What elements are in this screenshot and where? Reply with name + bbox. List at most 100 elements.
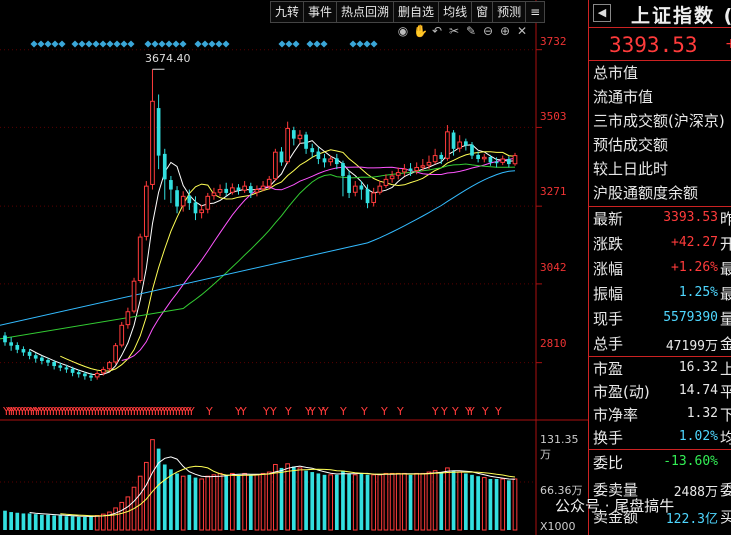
quote-row-adjacent-label: 量 (720, 310, 731, 328)
toolbar-hotspot-button[interactable]: 热点回溯 (337, 2, 395, 22)
signal-y-marker: Y (360, 405, 368, 418)
zoom-out-icon[interactable]: ⊖ (481, 24, 495, 38)
signal-y-marker: Y (269, 405, 277, 418)
volume-bar-down (334, 474, 339, 530)
signal-y-marker: Y (380, 405, 388, 418)
toolbar-jiuzhuan-button[interactable]: 九转 (271, 2, 305, 22)
peak-price-label: 3674.40 (145, 52, 191, 65)
close-icon[interactable]: ✕ (515, 24, 529, 38)
toolbar-remove-watchlist-button[interactable]: 删自选 (394, 2, 440, 22)
quote-row[interactable]: 涨幅 +1.26% 最 (593, 258, 731, 282)
toolbar-events-button[interactable]: 事件 (304, 2, 338, 22)
ratio-row-label: 换手 (593, 429, 624, 447)
signal-diamond-mark (92, 40, 100, 48)
candle-down (248, 186, 253, 193)
quote-row-label: 涨幅 (593, 260, 624, 278)
candle-up (457, 141, 463, 149)
candle-up (100, 368, 106, 374)
signal-y-marker: Y (481, 405, 489, 418)
info-row-label[interactable]: 预估成交额 (593, 134, 668, 155)
volume-bar-down (451, 470, 456, 530)
signal-diamond-mark (306, 40, 314, 48)
candle-down (365, 188, 370, 204)
info-row-label[interactable]: 总市值 (593, 62, 638, 83)
candle-up (260, 185, 266, 190)
info-row-label[interactable]: 三市成交额(沪深京) (593, 110, 725, 131)
candle-down (76, 372, 81, 375)
info-row-label[interactable]: 沪股通额度余额 (593, 182, 698, 203)
ratio-row[interactable]: 换手 1.02% 均 (593, 427, 731, 451)
signal-y-marker: Y (440, 405, 448, 418)
candle-up (414, 166, 420, 172)
volume-bar-down (27, 513, 32, 530)
quote-row[interactable]: 振幅 1.25% 最 (593, 283, 731, 307)
signal-y-marker: Y (308, 405, 316, 418)
candle-down (236, 187, 241, 191)
info-row-label[interactable]: 较上日此时 (593, 158, 668, 179)
kline-chart-area[interactable]: YYYYYYYYYYYYYYYYYYYYYYYYYYYYYYYYYYYYYYYY… (0, 0, 588, 535)
price-axis-label: 3732 (540, 35, 567, 48)
quote-row-value: 3393.53 (663, 210, 718, 225)
toolbar-ma-button[interactable]: 均线 (439, 2, 473, 22)
volume-bar-up (230, 472, 235, 531)
candle-up (383, 178, 389, 186)
toolbar-forecast-button[interactable]: 预测 (493, 2, 527, 22)
candle-up (217, 189, 223, 193)
quote-row-label: 振幅 (593, 285, 624, 303)
volume-bar-down (359, 473, 364, 530)
volume-bar-up (205, 475, 211, 531)
quote-row-adjacent-label: 最 (720, 285, 731, 303)
candle-up (94, 373, 100, 378)
volume-bar-down (304, 470, 308, 530)
volume-axis-unit: X1000 (540, 520, 576, 533)
candle-down (507, 158, 511, 165)
candle-up (131, 280, 137, 312)
kline-chart[interactable]: YYYYYYYYYYYYYYYYYYYYYYYYYYYYYYYYYYYYYYYY… (0, 0, 588, 535)
back-icon[interactable]: ◀ (593, 4, 611, 22)
pencil-icon[interactable]: ✎ (464, 24, 478, 38)
candle-up (205, 195, 211, 210)
volume-bar-up (266, 471, 272, 531)
quote-row-label: 涨跌 (593, 235, 624, 253)
volume-bar-up (383, 472, 389, 531)
quote-row[interactable]: 最新 3393.53 昨 (593, 208, 731, 232)
volume-bar-down (193, 477, 198, 530)
undo-icon[interactable]: ↶ (430, 24, 444, 38)
chart-toolbar: 九转 事件 热点回溯 删自选 均线 窗 预测 ≡ (270, 1, 546, 23)
candle-up (230, 187, 235, 193)
candle-down (464, 141, 468, 146)
signal-diamond-mark (201, 40, 209, 48)
zoom-in-icon[interactable]: ⊕ (498, 24, 512, 38)
ratio-row[interactable]: 市盈(动) 14.74 平 (593, 381, 731, 405)
candle-down (476, 154, 480, 159)
candle-up (377, 185, 383, 193)
candle-up (328, 158, 334, 163)
quote-row-adjacent-label: 开 (720, 235, 731, 253)
candle-up (199, 209, 204, 214)
signal-y-marker: Y (396, 405, 404, 418)
volume-bar-up (328, 474, 334, 531)
candle-down (304, 134, 308, 149)
toolbar-window-button[interactable]: 窗 (472, 2, 494, 22)
order-row-label: 委比 (593, 454, 624, 472)
candle-down (494, 161, 499, 164)
quote-row[interactable]: 总手 47199万金 (593, 333, 731, 357)
candle-down (162, 153, 167, 180)
chart-tool-icons: ◉ ✋ ↶ ✂ ✎ ⊖ ⊕ ✕ (396, 24, 529, 38)
ratio-row[interactable]: 市盈 16.32 上 (593, 358, 731, 382)
ratio-row[interactable]: 市净率 1.32 下 (593, 404, 731, 428)
order-row[interactable]: 委比 -13.60% (593, 452, 731, 476)
candle-down (316, 151, 321, 159)
info-row-label[interactable]: 流通市值 (593, 86, 653, 107)
scissors-icon[interactable]: ✂ (447, 24, 461, 38)
quote-row[interactable]: 现手 5579390 量 (593, 308, 731, 332)
volume-bar-up (352, 474, 358, 531)
ratio-row-value: 1.02% (678, 429, 718, 444)
signal-diamond-mark (127, 40, 135, 48)
signal-diamond-mark (144, 40, 152, 48)
eye-icon[interactable]: ◉ (396, 24, 410, 38)
hand-icon[interactable]: ✋ (413, 24, 428, 38)
candle-down (15, 345, 20, 350)
toolbar-menu-button[interactable]: ≡ (526, 2, 544, 22)
quote-row[interactable]: 涨跌 +42.27 开 (593, 233, 731, 257)
